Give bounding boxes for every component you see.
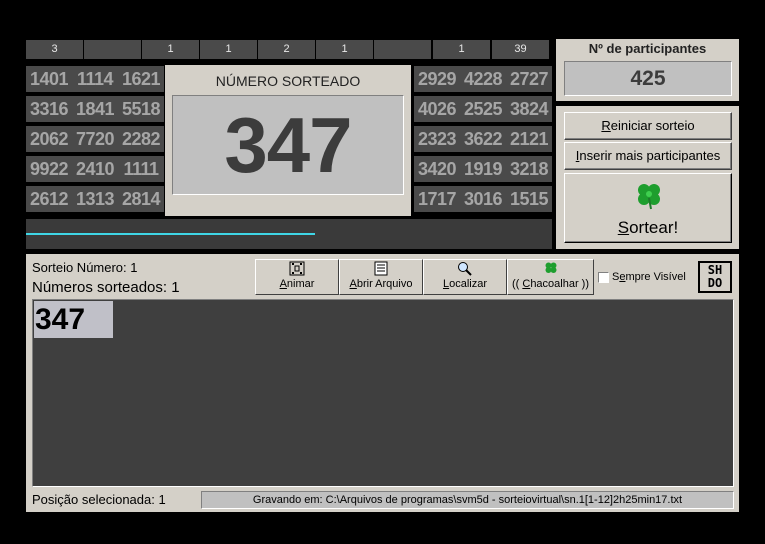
- count-cell: 3: [26, 40, 84, 59]
- open-file-label-rest: brir Arquivo: [356, 278, 413, 290]
- participant-number-cell: 3218: [506, 156, 552, 182]
- participant-number-cell: 4228: [460, 66, 506, 92]
- participant-number-cell: 4026: [414, 96, 460, 122]
- participant-number-cell: 2929: [414, 66, 460, 92]
- participant-number-cell: 2121: [506, 126, 552, 152]
- participant-number-cell: 1401: [26, 66, 72, 92]
- search-icon: [424, 261, 506, 278]
- insert-participants-button[interactable]: Inserir mais participantes: [564, 142, 732, 170]
- draw-number-label: Sorteio Número: 1: [32, 260, 138, 275]
- participant-number-cell: 2410: [72, 156, 118, 182]
- animate-button[interactable]: Animar: [255, 259, 339, 295]
- clover-icon: [508, 261, 593, 278]
- clover-icon: [638, 184, 660, 210]
- count-cell: 1: [433, 40, 491, 59]
- participant-number-cell: 7720: [72, 126, 118, 152]
- participant-number-cell: 2814: [118, 186, 164, 212]
- document-icon: [340, 261, 422, 278]
- shake-label-prefix: ((: [511, 278, 523, 290]
- participant-number-cell: 1717: [414, 186, 460, 212]
- participant-number-cell: 1114: [72, 66, 118, 92]
- draw-label-rest: ortear!: [629, 218, 679, 237]
- count-cell: [374, 40, 432, 59]
- participant-number-cell: 2612: [26, 186, 72, 212]
- drawn-number: 347: [224, 101, 352, 189]
- participant-number-cell: 3824: [506, 96, 552, 122]
- participant-number-cell: 1621: [118, 66, 164, 92]
- participant-number-cell: 2323: [414, 126, 460, 152]
- count-cell: [84, 40, 142, 59]
- logo-line-2: DO: [707, 276, 723, 290]
- locate-label-rest: ocalizar: [449, 278, 488, 290]
- participant-number-cell: 1919: [460, 156, 506, 182]
- participant-number-cell: 2062: [26, 126, 72, 152]
- participant-number-cell: 1515: [506, 186, 552, 212]
- always-visible-label-rest: mpre Visível: [625, 271, 686, 283]
- open-file-label-accel: A: [349, 278, 357, 290]
- participant-number-cell: 1841: [72, 96, 118, 122]
- animate-label-accel: A: [279, 278, 287, 290]
- shake-button[interactable]: (( Chacoalhar )): [507, 259, 594, 295]
- participant-number-cell: 2282: [118, 126, 164, 152]
- participant-number-cell: 3016: [460, 186, 506, 212]
- draw-label: Sortear!: [565, 218, 731, 238]
- participants-count-box: 425: [564, 61, 732, 96]
- locate-button[interactable]: Localizar: [423, 259, 507, 295]
- count-cell: 1: [200, 40, 258, 59]
- drawn-number-title: NÚMERO SORTEADO: [215, 73, 361, 89]
- drawn-count-label: Números sorteados: 1: [32, 279, 180, 296]
- count-cell: 1: [142, 40, 200, 59]
- count-cell: 39: [492, 40, 550, 59]
- saving-path-status: Gravando em: C:\Arquivos de programas\sv…: [201, 491, 734, 509]
- count-cell: 2: [258, 40, 316, 59]
- drawn-numbers-list[interactable]: 347: [32, 299, 734, 487]
- film-icon: [256, 261, 338, 278]
- participant-number-cell: 2525: [460, 96, 506, 122]
- selected-position-label: Posição selecionada: 1: [32, 492, 166, 507]
- participant-number-cell: 2727: [506, 66, 552, 92]
- participants-count: 425: [630, 67, 666, 90]
- count-cell: 1: [316, 40, 374, 59]
- open-file-button[interactable]: Abrir Arquivo: [339, 259, 423, 295]
- restart-draw-button[interactable]: Reiniciar sorteio: [564, 112, 732, 140]
- shdo-logo: SH DO: [698, 261, 732, 293]
- participant-number-cell: 9922: [26, 156, 72, 182]
- drawn-number-panel: NÚMERO SORTEADO 347: [165, 65, 411, 216]
- participant-number-cell: 3420: [414, 156, 460, 182]
- always-visible-checkbox[interactable]: [598, 271, 609, 283]
- participant-number-cell: 3316: [26, 96, 72, 122]
- drawn-number-item[interactable]: 347: [34, 301, 113, 338]
- participant-number-cell: 1313: [72, 186, 118, 212]
- participants-label: Nº de participantes: [588, 41, 707, 56]
- participants-panel: Nº de participantes 425: [556, 39, 739, 101]
- restart-label-accel: R: [601, 118, 611, 133]
- always-visible-option[interactable]: Sempre Visível: [598, 271, 686, 283]
- participant-number-cell: 1111: [118, 156, 164, 182]
- progress-strip: [26, 219, 552, 249]
- animate-label-rest: nimar: [286, 278, 315, 290]
- participant-number-cell: 5518: [118, 96, 164, 122]
- saving-path-text: Gravando em: C:\Arquivos de programas\sv…: [252, 494, 683, 506]
- participant-number-cell: 3622: [460, 126, 506, 152]
- draw-label-accel: S: [617, 218, 630, 237]
- restart-label-rest: einiciar sorteio: [610, 118, 695, 133]
- insert-label-rest: nserir mais participantes: [579, 148, 721, 163]
- shake-label-rest: hacoalhar )): [530, 278, 590, 290]
- draw-button[interactable]: Sortear!: [564, 173, 732, 243]
- progress-bar: [26, 233, 316, 235]
